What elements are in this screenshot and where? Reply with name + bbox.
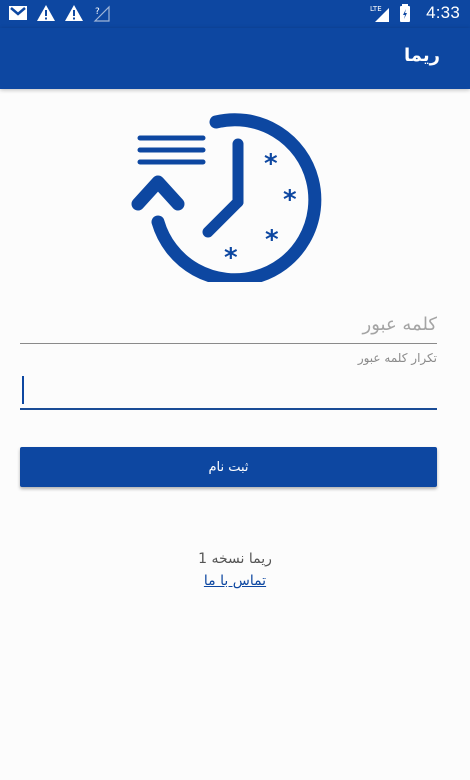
svg-text:*: * — [264, 149, 278, 179]
confirm-password-field[interactable] — [20, 374, 437, 411]
status-time: 4:33 — [426, 3, 460, 22]
register-button[interactable]: ثبت نام — [20, 447, 437, 487]
text-cursor — [22, 376, 24, 404]
confirm-password-label: تکرار کلمه عبور — [357, 351, 437, 365]
confirm-password-input[interactable] — [20, 374, 437, 410]
battery-icon — [398, 3, 418, 23]
signal-icon: ? — [92, 3, 112, 23]
svg-text:*: * — [283, 185, 297, 215]
svg-text:*: * — [224, 243, 238, 273]
clock-history-icon: * * * * — [128, 104, 328, 287]
contact-us-link-row: تماس با ما — [0, 573, 470, 589]
version-text: ریما نسخه 1 — [198, 551, 272, 567]
password-input[interactable] — [20, 305, 437, 344]
app-screen: ? LTE 4:33 ریما * * * * تکرار کلمه عبور … — [0, 0, 470, 780]
password-field[interactable] — [20, 305, 437, 345]
app-title: ریما — [404, 45, 440, 66]
warning-icon — [64, 3, 84, 23]
svg-text:?: ? — [95, 7, 100, 17]
lte-signal-icon: LTE — [370, 3, 390, 23]
gmail-icon — [8, 3, 28, 23]
status-bar: ? LTE 4:33 — [0, 0, 470, 28]
warning-icon — [36, 3, 56, 23]
svg-text:*: * — [265, 225, 279, 255]
app-bar: ریما — [0, 28, 470, 89]
contact-us-link[interactable]: تماس با ما — [204, 573, 266, 589]
svg-text:LTE: LTE — [370, 5, 382, 13]
